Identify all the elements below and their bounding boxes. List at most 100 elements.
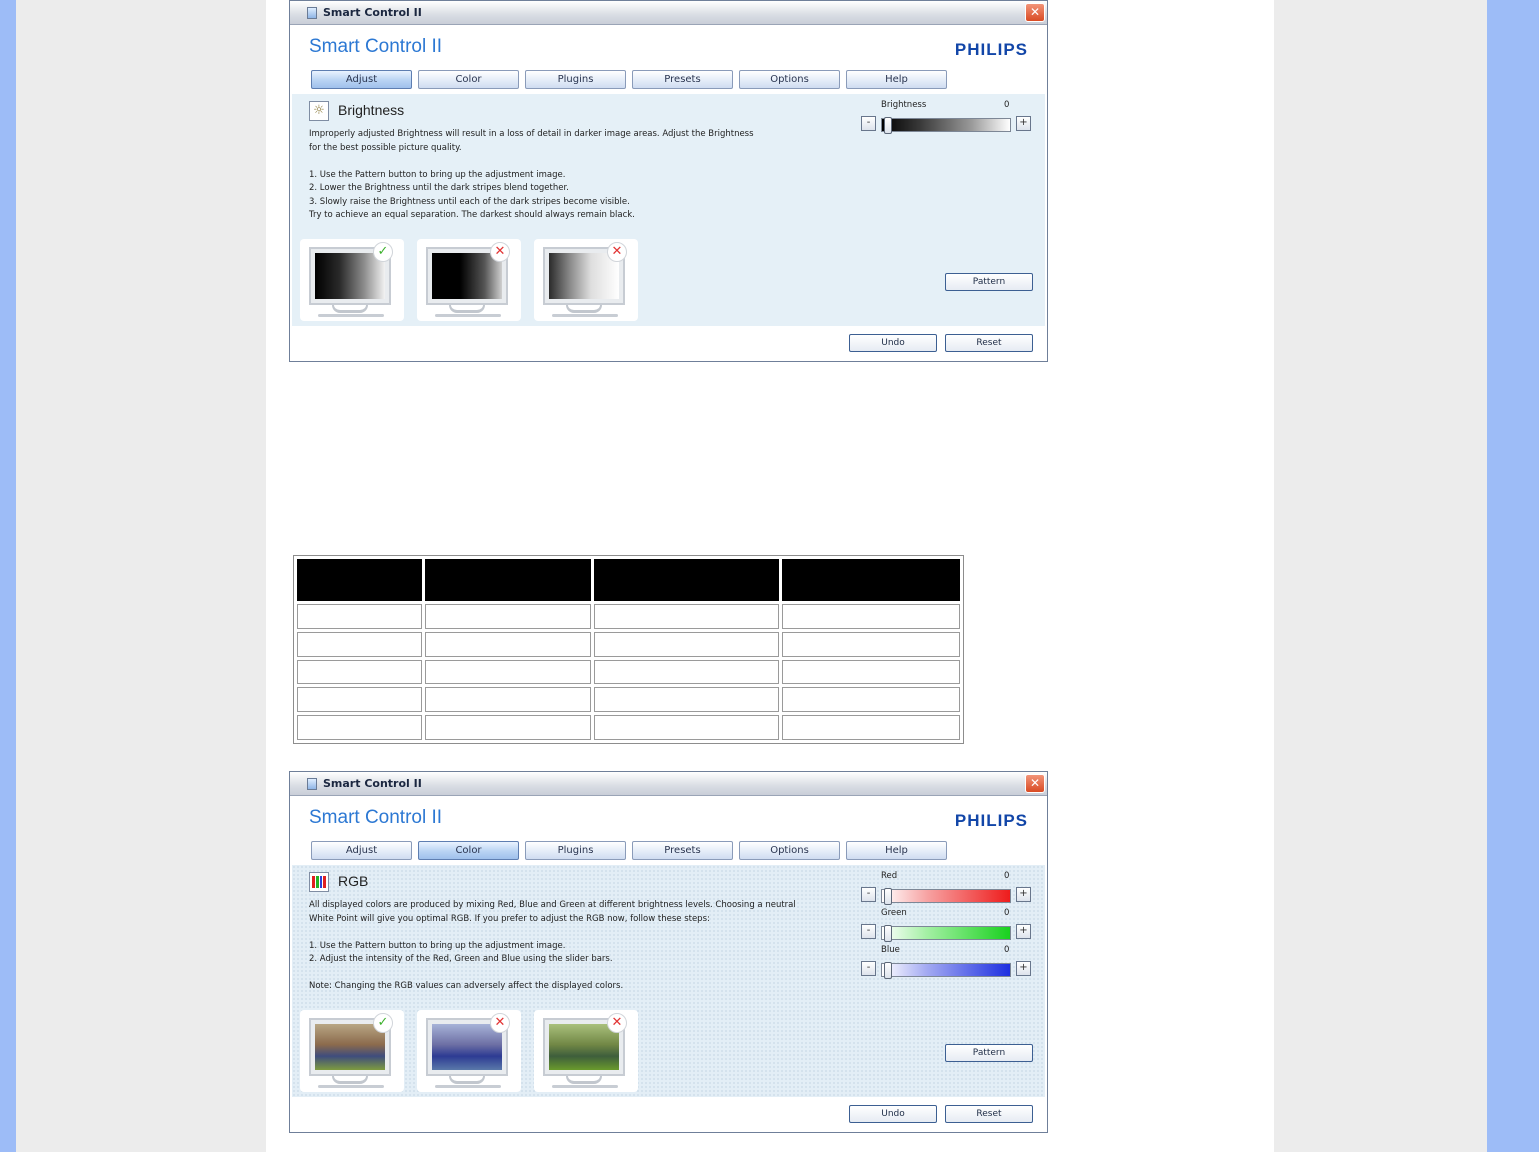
pattern-button[interactable]: Pattern bbox=[945, 1044, 1033, 1062]
tab-presets[interactable]: Presets bbox=[632, 841, 733, 860]
title-bar[interactable]: Smart Control II ✕ bbox=[290, 1, 1047, 25]
table-cell bbox=[782, 631, 960, 657]
increase-button[interactable]: + bbox=[1016, 116, 1031, 131]
table-cell bbox=[594, 659, 779, 685]
slider-track[interactable] bbox=[881, 888, 1011, 905]
slider-label: Green bbox=[881, 908, 907, 918]
pattern-button[interactable]: Pattern bbox=[945, 273, 1033, 291]
table-row bbox=[297, 631, 960, 657]
blue-slider: Blue 0 - + bbox=[861, 945, 1037, 981]
slider-track[interactable] bbox=[881, 962, 1011, 979]
correct-example: ✓ bbox=[300, 1010, 404, 1092]
table-header-cell bbox=[594, 559, 779, 601]
slider-track[interactable] bbox=[881, 117, 1011, 134]
table-cell bbox=[425, 715, 591, 740]
decrease-button[interactable]: - bbox=[861, 116, 876, 131]
decrease-button[interactable]: - bbox=[861, 961, 876, 976]
greenish-example: ✕ bbox=[534, 1010, 638, 1092]
section-description: Improperly adjusted Brightness will resu… bbox=[309, 129, 754, 220]
tab-adjust[interactable]: Adjust bbox=[311, 70, 412, 89]
table-cell bbox=[297, 631, 422, 657]
increase-button[interactable]: + bbox=[1016, 961, 1031, 976]
tab-options[interactable]: Options bbox=[739, 841, 840, 860]
table-header-cell bbox=[425, 559, 591, 601]
tab-color[interactable]: Color bbox=[418, 70, 519, 89]
reset-button[interactable]: Reset bbox=[945, 1105, 1033, 1123]
window-title: Smart Control II bbox=[323, 777, 422, 790]
table-cell bbox=[594, 715, 779, 740]
slider-value: 0 bbox=[1004, 871, 1010, 881]
table-cell bbox=[297, 687, 422, 713]
increase-button[interactable]: + bbox=[1016, 924, 1031, 939]
decrease-button[interactable]: - bbox=[861, 887, 876, 902]
increase-button[interactable]: + bbox=[1016, 887, 1031, 902]
content-panel: RGB All displayed colors are produced by… bbox=[292, 865, 1045, 1097]
table-cell bbox=[425, 659, 591, 685]
reset-button[interactable]: Reset bbox=[945, 334, 1033, 352]
close-icon[interactable]: ✕ bbox=[1025, 774, 1045, 793]
tab-plugins[interactable]: Plugins bbox=[525, 841, 626, 860]
section-title: Brightness bbox=[338, 102, 405, 118]
table-cell bbox=[782, 687, 960, 713]
title-bar[interactable]: Smart Control II ✕ bbox=[290, 772, 1047, 796]
tab-help[interactable]: Help bbox=[846, 70, 947, 89]
left-margin-strip bbox=[0, 0, 16, 1152]
rgb-bars-icon bbox=[309, 872, 329, 892]
window-body: Smart Control II PHILIPS Adjust Color Pl… bbox=[292, 26, 1045, 359]
table-cell bbox=[425, 604, 591, 629]
slider-thumb[interactable] bbox=[884, 962, 892, 979]
too-bright-example: ✕ bbox=[534, 239, 638, 321]
table-cell bbox=[297, 604, 422, 629]
slider-value: 0 bbox=[1004, 908, 1010, 918]
decrease-button[interactable]: - bbox=[861, 924, 876, 939]
table-header-cell bbox=[782, 559, 960, 601]
table-cell bbox=[782, 715, 960, 740]
app-icon bbox=[307, 7, 317, 19]
table-cell bbox=[782, 659, 960, 685]
app-icon bbox=[307, 778, 317, 790]
window-title: Smart Control II bbox=[323, 6, 422, 19]
table-cell bbox=[425, 631, 591, 657]
cross-icon: ✕ bbox=[607, 242, 627, 262]
tab-plugins[interactable]: Plugins bbox=[525, 70, 626, 89]
brand-logo: PHILIPS bbox=[954, 811, 1028, 830]
table-header-cell bbox=[297, 559, 422, 601]
table-cell bbox=[594, 604, 779, 629]
slider-thumb[interactable] bbox=[884, 117, 892, 134]
tab-presets[interactable]: Presets bbox=[632, 70, 733, 89]
table-row bbox=[297, 715, 960, 740]
empty-table bbox=[293, 555, 964, 744]
slider-track[interactable] bbox=[881, 925, 1011, 942]
check-icon: ✓ bbox=[373, 242, 393, 262]
slider-label: Blue bbox=[881, 945, 900, 955]
tab-options[interactable]: Options bbox=[739, 70, 840, 89]
tab-adjust[interactable]: Adjust bbox=[311, 841, 412, 860]
close-icon[interactable]: ✕ bbox=[1025, 3, 1045, 22]
check-icon: ✓ bbox=[373, 1013, 393, 1033]
slider-thumb[interactable] bbox=[884, 888, 892, 905]
table-header-row bbox=[297, 559, 960, 601]
slider-value: 0 bbox=[1004, 100, 1010, 110]
table-row bbox=[297, 687, 960, 713]
sun-icon: ☼ bbox=[309, 101, 329, 121]
slider-thumb[interactable] bbox=[884, 925, 892, 942]
brightness-slider: Brightness 0 - + bbox=[861, 100, 1037, 136]
window-body: Smart Control II PHILIPS Adjust Color Pl… bbox=[292, 797, 1045, 1130]
table-cell bbox=[594, 631, 779, 657]
app-title: Smart Control II bbox=[309, 36, 443, 57]
right-margin-strip bbox=[1487, 0, 1539, 1152]
slider-value: 0 bbox=[1004, 945, 1010, 955]
section-title: RGB bbox=[338, 873, 369, 889]
undo-button[interactable]: Undo bbox=[849, 334, 937, 352]
app-title: Smart Control II bbox=[309, 807, 443, 828]
brand-logo: PHILIPS bbox=[954, 40, 1028, 59]
table-cell bbox=[425, 687, 591, 713]
green-slider: Green 0 - + bbox=[861, 908, 1037, 944]
undo-button[interactable]: Undo bbox=[849, 1105, 937, 1123]
cross-icon: ✕ bbox=[490, 242, 510, 262]
slider-label: Red bbox=[881, 871, 898, 881]
tab-help[interactable]: Help bbox=[846, 841, 947, 860]
tab-color[interactable]: Color bbox=[418, 841, 519, 860]
table-cell bbox=[782, 604, 960, 629]
smart-control-window-rgb: Smart Control II ✕ Smart Control II PHIL… bbox=[289, 771, 1048, 1133]
